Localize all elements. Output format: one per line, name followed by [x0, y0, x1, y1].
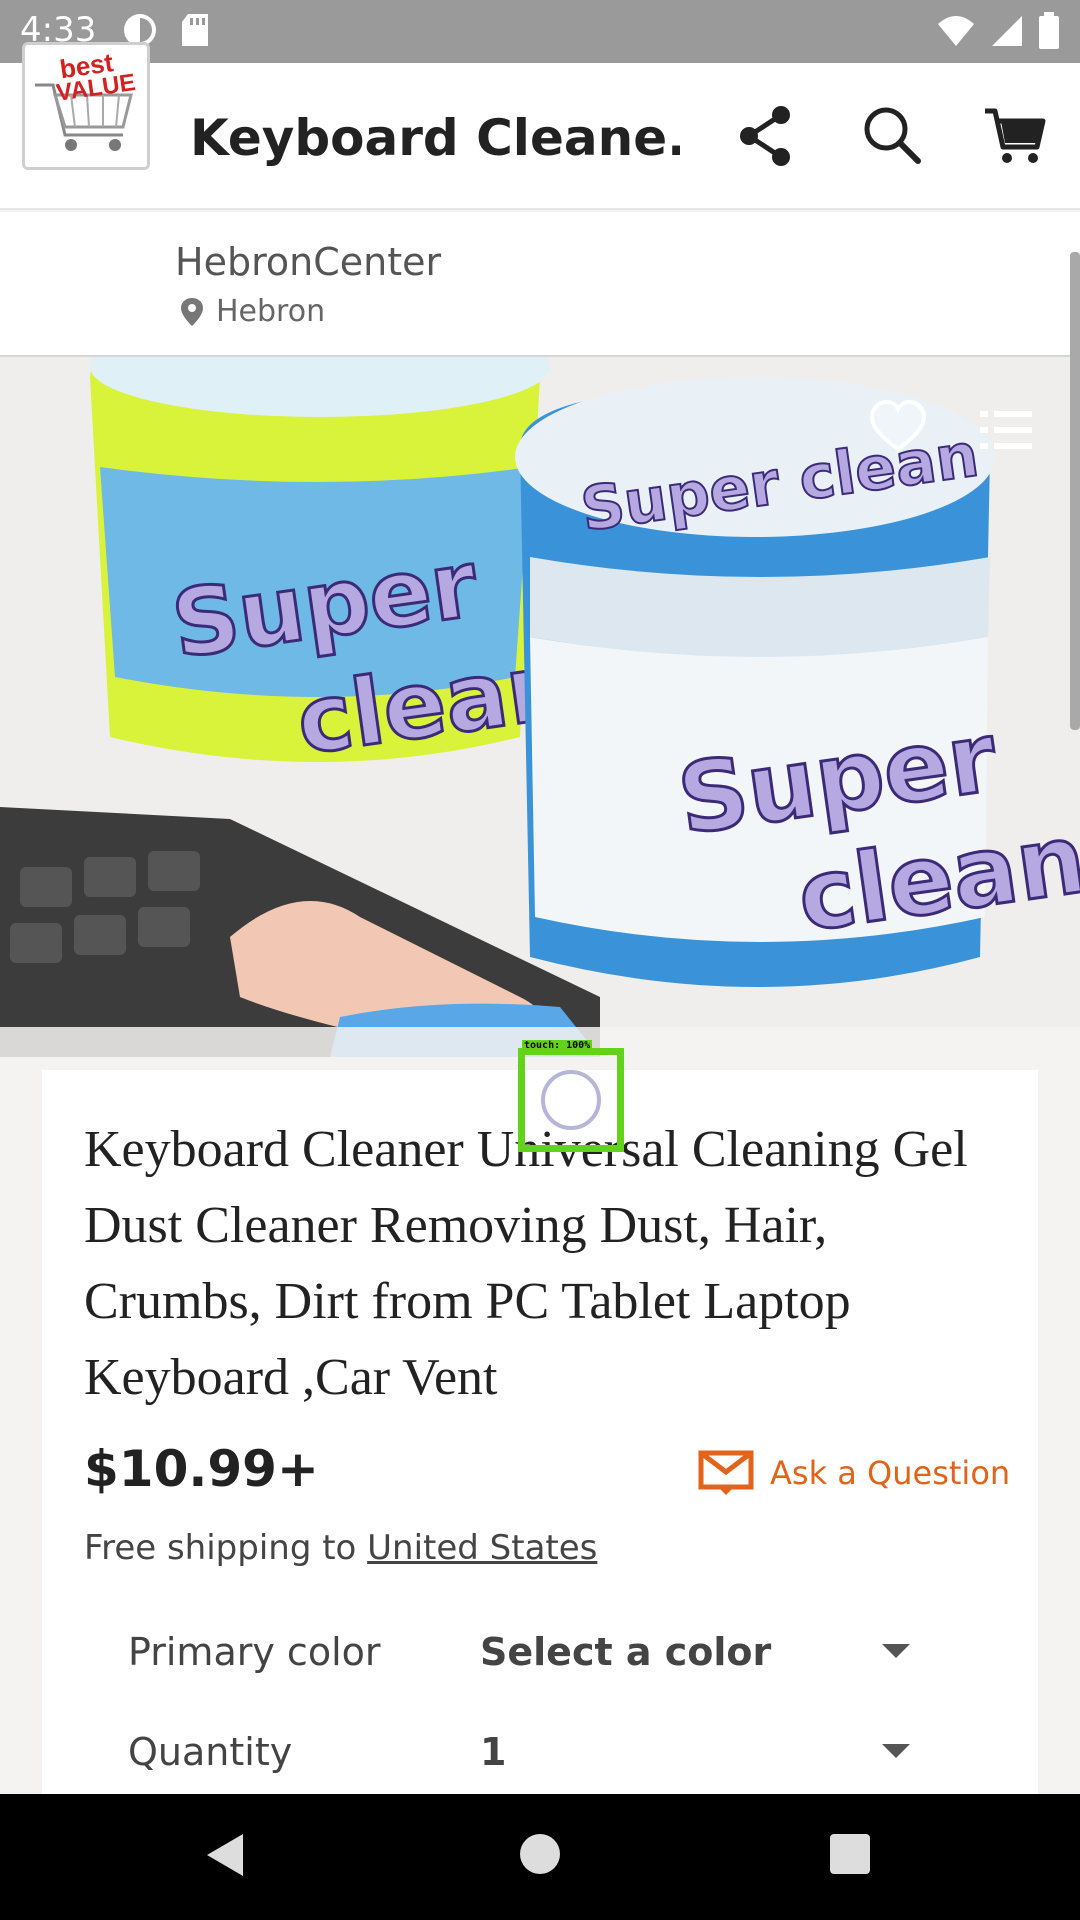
share-icon[interactable] — [735, 103, 797, 169]
product-title: Keyboard Cleaner Universal Cleaning Gel … — [84, 1121, 968, 1406]
option-value: Select a color — [480, 1630, 772, 1674]
status-bar: 4:33 — [0, 0, 1080, 63]
battery-icon — [1039, 12, 1059, 49]
quantity-select[interactable]: Quantity 1 — [128, 1730, 958, 1790]
option-label: Quantity — [128, 1730, 293, 1774]
option-value: 1 — [480, 1730, 507, 1774]
page-title: Keyboard Cleane... — [190, 109, 680, 167]
sd-card-icon — [182, 14, 208, 46]
wifi-icon — [938, 16, 974, 46]
shipping-country-link[interactable]: United States — [367, 1528, 597, 1568]
signal-icon — [992, 16, 1022, 46]
dropdown-caret-icon — [882, 1744, 910, 1758]
add-to-list-icon[interactable] — [980, 409, 1032, 451]
shop-location: Hebron — [180, 294, 325, 329]
shop-logo-image: best VALUE — [25, 45, 147, 167]
primary-color-select[interactable]: Primary color Select a color — [128, 1630, 958, 1690]
shop-location-label: Hebron — [216, 294, 326, 329]
dropdown-caret-icon — [882, 1644, 910, 1658]
touch-indicator-circle — [541, 1070, 601, 1130]
shop-header[interactable]: HebronCenter Hebron — [0, 212, 1080, 357]
mail-icon — [698, 1450, 754, 1495]
ask-question-button[interactable]: Ask a Question — [698, 1450, 1010, 1496]
shipping-prefix: Free shipping to — [84, 1528, 368, 1568]
option-label: Primary color — [128, 1630, 381, 1674]
shipping-info: Free shipping to United States — [84, 1528, 597, 1568]
location-pin-icon — [181, 297, 203, 326]
product-details-card: Keyboard Cleaner Universal Cleaning Gel … — [42, 1070, 1038, 1830]
ask-question-label: Ask a Question — [770, 1454, 1011, 1492]
shop-name[interactable]: HebronCenter — [175, 240, 441, 284]
app-bar: Keyboard Cleane... — [0, 63, 1080, 210]
home-icon[interactable] — [520, 1834, 560, 1874]
search-icon[interactable] — [860, 103, 924, 169]
favorite-heart-icon[interactable] — [868, 397, 928, 457]
scrollbar[interactable] — [1070, 252, 1080, 730]
cart-icon[interactable] — [983, 103, 1047, 169]
recent-apps-icon[interactable] — [830, 1834, 870, 1874]
system-nav-bar — [0, 1794, 1080, 1920]
product-price: $10.99+ — [84, 1440, 319, 1498]
back-icon[interactable] — [205, 1832, 245, 1878]
shop-logo[interactable]: best VALUE — [22, 42, 150, 170]
touch-indicator-label: touch: 100% — [522, 1040, 593, 1051]
